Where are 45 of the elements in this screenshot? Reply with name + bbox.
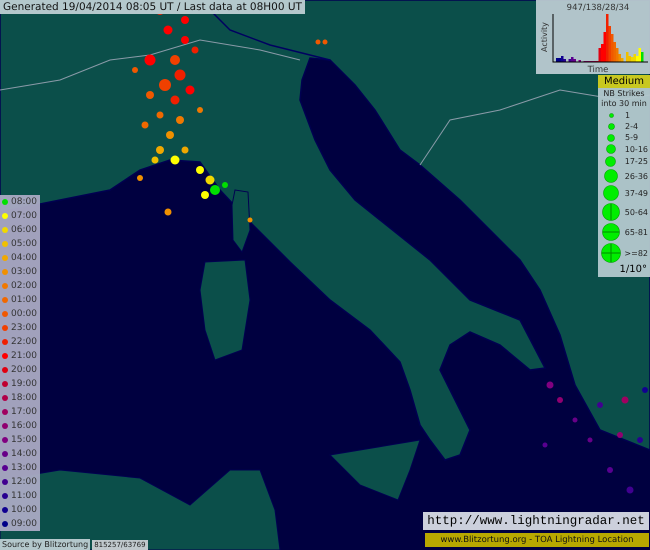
hour-label: 09:00	[11, 519, 37, 529]
strike-count-range: 1	[625, 111, 630, 120]
hour-label: 08:00	[11, 197, 37, 207]
hour-label: 06:00	[11, 225, 37, 235]
strike-count-range: 2-4	[625, 122, 638, 131]
strike-count-range: 50-64	[624, 208, 648, 216]
x-axis-label: Time	[588, 65, 608, 74]
hour-label: 14:00	[11, 449, 37, 459]
legend-title: NB Strikes into 30 min	[600, 88, 648, 110]
hour-label: 17:00	[11, 407, 37, 417]
network-credit: www.Blitzortung.org - TOA Lightning Location	[425, 533, 649, 547]
hour-label: 12:00	[11, 477, 37, 487]
strike-count-range: 37-49	[624, 188, 648, 198]
hour-label: 22:00	[11, 337, 37, 347]
activity-level-label: Medium	[598, 75, 650, 88]
chart-title: 947/138/28/34	[566, 3, 630, 13]
hour-label: 04:00	[11, 253, 37, 263]
source-credit: Source by Blitzortung	[0, 539, 90, 550]
hour-label: 23:00	[11, 323, 37, 333]
hour-label: 11:00	[11, 491, 37, 501]
hour-label: 07:00	[11, 211, 37, 221]
hour-label: 19:00	[11, 379, 37, 389]
hour-label: 00:00	[11, 309, 37, 319]
hour-label: 13:00	[11, 463, 37, 473]
island-shape	[232, 189, 250, 254]
generated-timestamp: Generated 19/04/2014 08:05 UT / Last data at 08H00 UT	[0, 0, 305, 14]
website-url: http://www.lightningradar.net	[423, 512, 649, 530]
strike-count-range: 17-25	[624, 157, 648, 166]
strike-count-range: >=82	[624, 248, 648, 258]
grid-resolution: 1/10°	[618, 264, 648, 275]
strike-count-range: 26-36	[624, 172, 648, 180]
hour-label: 16:00	[11, 421, 37, 431]
strike-count-range: 5-9	[625, 133, 638, 142]
y-axis-label: Activity	[540, 22, 549, 52]
hour-label: 20:00	[11, 365, 37, 375]
hour-label: 02:00	[11, 281, 37, 291]
hour-label: 03:00	[11, 267, 37, 277]
strike-count-range: 10-16	[624, 144, 648, 154]
hour-label: 10:00	[11, 505, 37, 515]
hour-label: 18:00	[11, 393, 37, 403]
hour-label: 05:00	[11, 239, 37, 249]
strike-count-range: 65-81	[624, 228, 648, 236]
hour-label: 15:00	[11, 435, 37, 445]
hour-label: 01:00	[11, 295, 37, 305]
hour-label: 21:00	[11, 351, 37, 361]
